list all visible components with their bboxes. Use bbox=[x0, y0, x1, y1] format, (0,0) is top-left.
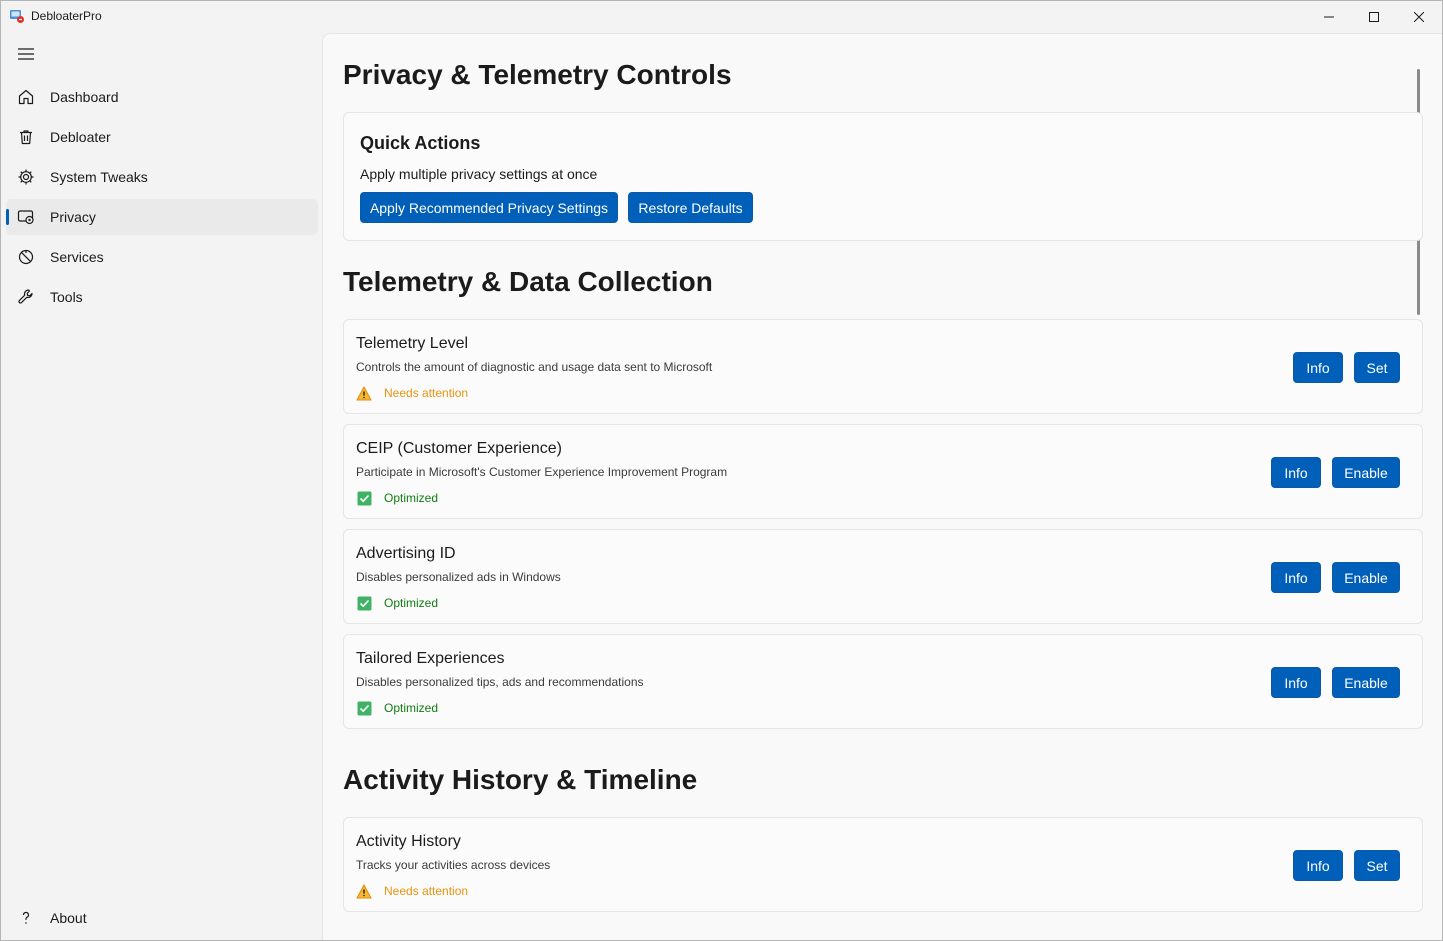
set-button[interactable]: Set bbox=[1354, 850, 1400, 881]
set-button[interactable]: Set bbox=[1354, 352, 1400, 383]
warning-icon bbox=[356, 883, 372, 899]
sidebar-item-label: System Tweaks bbox=[50, 169, 148, 185]
status-text: Needs attention bbox=[384, 386, 469, 400]
sidebar-item-label: Services bbox=[50, 249, 104, 265]
status-badge: Optimized bbox=[356, 594, 438, 612]
wrench-icon bbox=[17, 288, 35, 306]
setting-card-ceip: CEIP (Customer Experience) Participate i… bbox=[343, 424, 1423, 519]
maximize-button[interactable] bbox=[1351, 1, 1397, 32]
question-icon bbox=[17, 909, 35, 927]
apply-recommended-button[interactable]: Apply Recommended Privacy Settings bbox=[360, 192, 618, 223]
sidebar-item-about[interactable]: About bbox=[6, 900, 318, 936]
setting-description: Controls the amount of diagnostic and us… bbox=[356, 360, 713, 374]
sidebar-item-label: Tools bbox=[50, 289, 83, 305]
setting-title: Activity History bbox=[356, 833, 461, 850]
quick-actions-card: Quick Actions Apply multiple privacy set… bbox=[343, 112, 1423, 241]
page-title: Privacy & Telemetry Controls bbox=[343, 59, 732, 90]
status-badge: Optimized bbox=[356, 699, 438, 717]
sidebar-item-tools[interactable]: Tools bbox=[6, 279, 318, 315]
sidebar-item-debloater[interactable]: Debloater bbox=[6, 119, 318, 155]
title-bar: DebloaterPro bbox=[1, 1, 1442, 33]
setting-card-tailored-experiences: Tailored Experiences Disables personaliz… bbox=[343, 634, 1423, 729]
sidebar-item-label: Privacy bbox=[50, 209, 96, 225]
close-button[interactable] bbox=[1396, 1, 1442, 32]
status-text: Optimized bbox=[384, 491, 439, 505]
warning-icon bbox=[356, 385, 372, 401]
setting-description: Disables personalized ads in Windows bbox=[356, 570, 561, 584]
trash-icon bbox=[17, 128, 35, 146]
setting-description: Tracks your activities across devices bbox=[356, 858, 551, 872]
sidebar-item-services[interactable]: Services bbox=[6, 239, 318, 275]
app-logo-icon bbox=[9, 8, 25, 24]
restore-defaults-button[interactable]: Restore Defaults bbox=[628, 192, 753, 223]
setting-description: Disables personalized tips, ads and reco… bbox=[356, 675, 644, 689]
status-text: Needs attention bbox=[384, 884, 469, 898]
setting-card-telemetry-level: Telemetry Level Controls the amount of d… bbox=[343, 319, 1423, 414]
quick-actions-description: Apply multiple privacy settings at once bbox=[360, 166, 598, 182]
status-badge: Needs attention bbox=[356, 882, 468, 900]
main-content: Privacy & Telemetry Controls Quick Actio… bbox=[322, 33, 1442, 940]
setting-title: Advertising ID bbox=[356, 545, 456, 562]
status-text: Optimized bbox=[384, 596, 439, 610]
privacy-icon bbox=[17, 208, 35, 226]
section-title: Telemetry & Data Collection bbox=[343, 266, 713, 297]
enable-button[interactable]: Enable bbox=[1332, 457, 1400, 488]
app-window: DebloaterPro Dashboard Debloater System … bbox=[0, 0, 1443, 941]
status-text: Optimized bbox=[384, 701, 439, 715]
setting-description: Participate in Microsoft's Customer Expe… bbox=[356, 465, 728, 479]
sidebar-item-system-tweaks[interactable]: System Tweaks bbox=[6, 159, 318, 195]
quick-actions-title: Quick Actions bbox=[360, 133, 481, 153]
info-button[interactable]: Info bbox=[1271, 457, 1321, 488]
enable-button[interactable]: Enable bbox=[1332, 667, 1400, 698]
checkmark-icon bbox=[356, 700, 372, 716]
home-icon bbox=[17, 88, 35, 106]
info-button[interactable]: Info bbox=[1271, 562, 1321, 593]
section-title: Activity History & Timeline bbox=[343, 764, 698, 795]
setting-title: Tailored Experiences bbox=[356, 650, 505, 667]
info-button[interactable]: Info bbox=[1293, 352, 1343, 383]
setting-card-activity-history: Activity History Tracks your activities … bbox=[343, 817, 1423, 912]
hamburger-icon bbox=[18, 47, 34, 65]
setting-card-advertising-id: Advertising ID Disables personalized ads… bbox=[343, 529, 1423, 624]
status-badge: Needs attention bbox=[356, 384, 468, 402]
checkmark-icon bbox=[356, 595, 372, 611]
minimize-button[interactable] bbox=[1306, 1, 1352, 32]
setting-title: Telemetry Level bbox=[356, 335, 469, 352]
sidebar-item-label: About bbox=[50, 910, 87, 926]
sidebar-item-label: Dashboard bbox=[50, 89, 119, 105]
enable-button[interactable]: Enable bbox=[1332, 562, 1400, 593]
sidebar-item-dashboard[interactable]: Dashboard bbox=[6, 79, 318, 115]
menu-toggle-button[interactable] bbox=[15, 45, 37, 67]
window-title: DebloaterPro bbox=[31, 9, 102, 23]
sidebar-item-label: Debloater bbox=[50, 129, 111, 145]
sidebar-nav: Dashboard Debloater System Tweaks Privac… bbox=[1, 33, 322, 940]
info-button[interactable]: Info bbox=[1271, 667, 1321, 698]
setting-title: CEIP (Customer Experience) bbox=[356, 440, 562, 457]
services-icon bbox=[17, 248, 35, 266]
sidebar-item-privacy[interactable]: Privacy bbox=[6, 199, 318, 235]
status-badge: Optimized bbox=[356, 489, 438, 507]
info-button[interactable]: Info bbox=[1293, 850, 1343, 881]
gear-icon bbox=[17, 168, 35, 186]
checkmark-icon bbox=[356, 490, 372, 506]
